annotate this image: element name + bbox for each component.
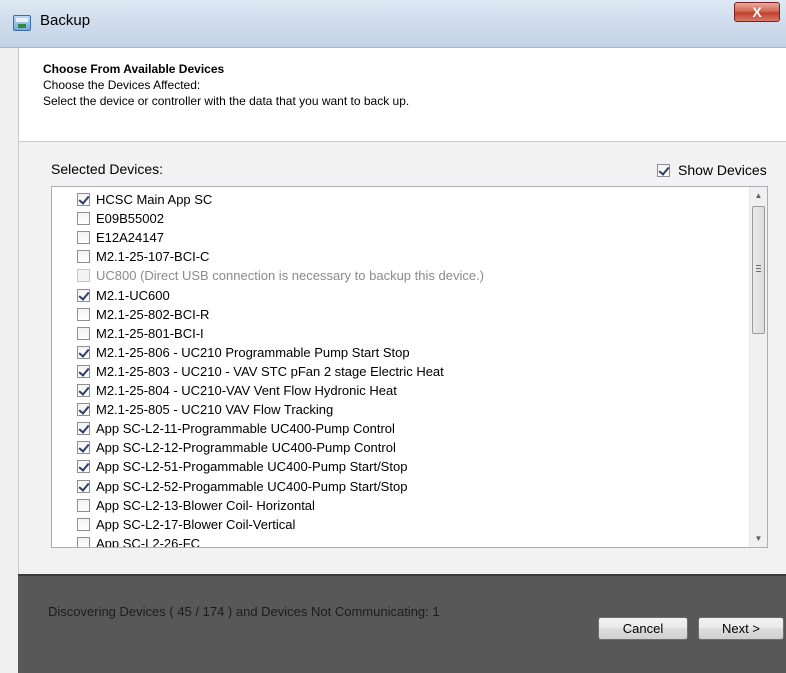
backup-window: Backup X Choose From Available Devices C…: [0, 0, 786, 673]
device-label: M2.1-25-806 - UC210 Programmable Pump St…: [96, 344, 410, 360]
scroll-thumb[interactable]: [752, 206, 765, 334]
device-checkbox[interactable]: [77, 193, 90, 206]
device-list[interactable]: HCSC Main App SC E09B55002 E12A24147 M2.1-2…: [51, 186, 768, 548]
app-icon: [13, 15, 31, 31]
device-list-item[interactable]: App SC-L2-11-Programmable UC400-Pump Con…: [77, 419, 395, 438]
device-label: M2.1-25-804 - UC210-VAV Vent Flow Hydron…: [96, 383, 397, 398]
device-list-item[interactable]: M2.1-25-801-BCI-I: [77, 324, 204, 343]
device-checkbox[interactable]: [77, 441, 90, 455]
device-checkbox[interactable]: [77, 231, 90, 245]
device-label: M2.1-25-801-BCI-I: [96, 325, 204, 341]
scroll-down-arrow-icon[interactable]: ▼: [750, 530, 767, 547]
device-label: App SC-L2-26-FC: [96, 535, 201, 547]
header-title: Choose From Available Devices: [43, 62, 225, 76]
show-devices-label: Show Devices: [678, 162, 767, 178]
wizard-footer: Discovering Devices ( 45 / 174 ) and Dev…: [18, 574, 786, 673]
device-label: HCSC Main App SC: [96, 192, 213, 207]
device-label: App SC-L2-11-Programmable UC400-Pump Con…: [96, 421, 395, 437]
device-list-item[interactable]: HCSC Main App SC: [77, 190, 212, 209]
device-list-item[interactable]: E09B55002: [77, 209, 164, 228]
device-checkbox[interactable]: [77, 384, 90, 397]
grip-icon: [756, 265, 761, 272]
device-label: M2.1-25-805 - UC210 VAV Flow Tracking: [96, 402, 334, 418]
device-checkbox[interactable]: [77, 288, 90, 302]
device-checkbox[interactable]: [77, 345, 90, 359]
device-label: M2.1-25-107-BCI-C: [96, 249, 210, 265]
device-checkbox: [77, 269, 90, 283]
device-label: App SC-L2-12-Programmable UC400-Pump Con…: [96, 440, 396, 456]
device-list-item: UC800 (Direct USB connection is necessar…: [77, 266, 484, 285]
device-list-item[interactable]: M2.1-UC600: [77, 286, 170, 305]
device-label: M2.1-UC600: [96, 287, 170, 303]
device-checkbox[interactable]: [77, 536, 90, 547]
show-devices-checkbox[interactable]: Show Devices: [657, 162, 767, 178]
device-selection-panel: Selected Devices: Show Devices HCSC Main…: [18, 142, 786, 574]
device-checkbox[interactable]: [77, 422, 90, 436]
show-devices-check-icon[interactable]: [657, 163, 670, 177]
device-checkbox[interactable]: [77, 326, 90, 340]
device-list-item[interactable]: App SC-L2-13-Blower Coil- Horizontal: [77, 496, 315, 515]
discovery-status: Discovering Devices ( 45 / 174 ) and Dev…: [48, 604, 440, 619]
device-checkbox[interactable]: [77, 212, 90, 226]
window-title: Backup: [40, 12, 91, 29]
device-list-item[interactable]: App SC-L2-51-Progammable UC400-Pump Star…: [77, 457, 407, 476]
device-list-item[interactable]: M2.1-25-107-BCI-C: [77, 247, 209, 266]
scroll-up-arrow-icon[interactable]: ▲: [750, 187, 767, 204]
header-subtitle: Choose the Devices Affected:: [43, 78, 201, 92]
device-list-item[interactable]: App SC-L2-52-Progammable UC400-Pump Star…: [77, 477, 407, 496]
device-checkbox[interactable]: [77, 498, 90, 512]
device-list-items: HCSC Main App SC E09B55002 E12A24147 M2.1-2…: [52, 187, 748, 547]
device-label: UC800 (Direct USB connection is necessar…: [96, 268, 485, 284]
device-label: App SC-L2-13-Blower Coil- Horizontal: [96, 497, 315, 513]
next-button[interactable]: Next >: [698, 617, 784, 640]
close-button[interactable]: X: [734, 2, 780, 22]
device-list-item[interactable]: App SC-L2-12-Programmable UC400-Pump Con…: [77, 438, 396, 457]
device-label: E09B55002: [96, 211, 164, 227]
title-bar[interactable]: Backup X: [0, 0, 786, 48]
device-list-item[interactable]: M2.1-25-802-BCI-R: [77, 305, 209, 324]
device-list-item[interactable]: M2.1-25-803 - UC210 - VAV STC pFan 2 sta…: [77, 362, 444, 381]
device-list-item[interactable]: App SC-L2-17-Blower Coil-Vertical: [77, 515, 295, 534]
device-checkbox[interactable]: [77, 460, 90, 474]
device-label: M2.1-25-802-BCI-R: [96, 306, 210, 322]
device-checkbox[interactable]: [77, 517, 90, 531]
wizard-header: Choose From Available Devices Choose the…: [18, 48, 786, 142]
device-label: App SC-L2-17-Blower Coil-Vertical: [96, 516, 296, 532]
device-label: App SC-L2-52-Progammable UC400-Pump Star…: [96, 478, 408, 494]
device-list-item[interactable]: M2.1-25-805 - UC210 VAV Flow Tracking: [77, 400, 333, 419]
device-label: M2.1-25-803 - UC210 - VAV STC pFan 2 sta…: [96, 363, 444, 379]
device-list-item[interactable]: M2.1-25-804 - UC210-VAV Vent Flow Hydron…: [77, 381, 397, 400]
device-checkbox[interactable]: [77, 403, 90, 417]
header-description: Select the device or controller with the…: [43, 94, 410, 108]
cancel-button[interactable]: Cancel: [598, 617, 688, 640]
device-checkbox[interactable]: [77, 479, 90, 493]
selected-devices-label: Selected Devices:: [51, 161, 164, 177]
device-checkbox[interactable]: [77, 307, 90, 321]
device-checkbox[interactable]: [77, 250, 90, 264]
device-label: E12A24147: [96, 230, 164, 246]
device-label: App SC-L2-51-Progammable UC400-Pump Star…: [96, 459, 408, 475]
device-list-scrollbar[interactable]: ▲ ▼: [749, 187, 767, 547]
device-list-item[interactable]: App SC-L2-26-FC: [77, 534, 200, 547]
device-list-item[interactable]: M2.1-25-806 - UC210 Programmable Pump St…: [77, 343, 410, 362]
device-list-item[interactable]: E12A24147: [77, 228, 164, 247]
device-checkbox[interactable]: [77, 364, 90, 378]
